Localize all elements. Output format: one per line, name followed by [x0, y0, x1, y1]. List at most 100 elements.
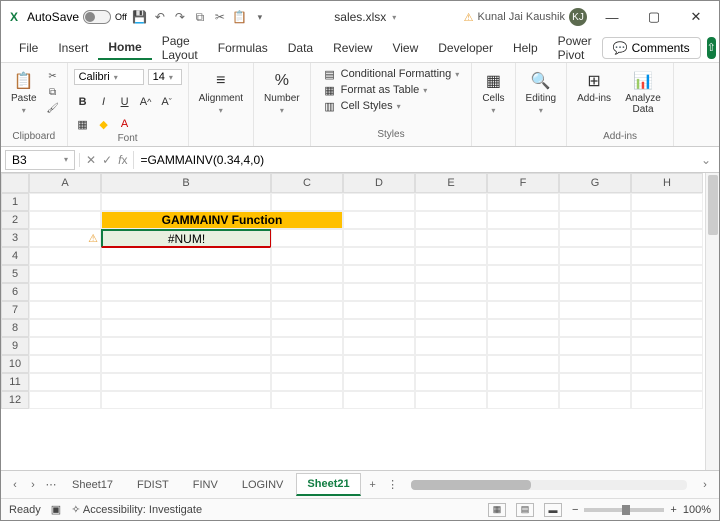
font-color-button[interactable]: A: [116, 115, 134, 133]
cell[interactable]: [415, 211, 487, 229]
cell-styles-button[interactable]: ▥Cell Styles ▾: [319, 99, 464, 113]
cell[interactable]: [631, 265, 703, 283]
cell[interactable]: [343, 301, 415, 319]
tab-nav-more[interactable]: ⋯: [43, 477, 59, 493]
cell[interactable]: [487, 301, 559, 319]
font-shrink-button[interactable]: Aˇ: [158, 93, 176, 111]
cell[interactable]: [271, 247, 343, 265]
cell[interactable]: [29, 283, 101, 301]
cell[interactable]: [271, 229, 343, 247]
cell[interactable]: [101, 193, 271, 211]
format-as-table-button[interactable]: ▦Format as Table ▾: [319, 83, 464, 97]
more-icon[interactable]: ▾: [253, 10, 267, 24]
font-size-select[interactable]: 14▾: [148, 69, 182, 85]
row-header[interactable]: 5: [1, 265, 29, 283]
cell[interactable]: [415, 391, 487, 409]
col-header-e[interactable]: E: [415, 173, 487, 193]
row-header[interactable]: 12: [1, 391, 29, 409]
zoom-in-button[interactable]: +: [670, 504, 676, 516]
minimize-button[interactable]: —: [595, 3, 629, 31]
enter-formula-icon[interactable]: ✓: [102, 153, 112, 167]
cell[interactable]: [631, 355, 703, 373]
cell[interactable]: [415, 229, 487, 247]
cell[interactable]: [343, 211, 415, 229]
cell[interactable]: [101, 283, 271, 301]
cell[interactable]: [29, 337, 101, 355]
cell[interactable]: [101, 247, 271, 265]
cell[interactable]: [29, 265, 101, 283]
cell-b3-selected[interactable]: #NUM!: [101, 229, 271, 247]
cell[interactable]: [559, 265, 631, 283]
col-header-f[interactable]: F: [487, 173, 559, 193]
cell[interactable]: [271, 391, 343, 409]
cell[interactable]: [101, 301, 271, 319]
editing-button[interactable]: 🔍Editing▾: [522, 69, 561, 117]
cell[interactable]: [415, 319, 487, 337]
italic-button[interactable]: I: [95, 93, 113, 111]
addins-button[interactable]: ⊞Add-ins: [573, 69, 615, 106]
cell[interactable]: [559, 193, 631, 211]
cells-button[interactable]: ▦Cells▾: [478, 69, 508, 117]
cell[interactable]: [631, 319, 703, 337]
zoom-control[interactable]: − + 100%: [572, 504, 711, 516]
cell[interactable]: [271, 283, 343, 301]
font-grow-button[interactable]: A^: [137, 93, 155, 111]
vertical-scrollbar[interactable]: [705, 173, 719, 470]
zoom-slider[interactable]: [584, 508, 664, 512]
sheet-tab-active[interactable]: Sheet21: [296, 473, 360, 496]
menu-page-layout[interactable]: Page Layout: [152, 30, 208, 66]
cell[interactable]: [559, 283, 631, 301]
cell[interactable]: [487, 373, 559, 391]
alignment-button[interactable]: ≡Alignment▾: [195, 69, 247, 117]
conditional-formatting-button[interactable]: ▤Conditional Formatting ▾: [319, 67, 464, 81]
cell[interactable]: [415, 265, 487, 283]
border-button[interactable]: ▦: [74, 115, 92, 133]
share-button[interactable]: ⇧: [707, 37, 716, 59]
cell[interactable]: [559, 355, 631, 373]
row-header[interactable]: 3: [1, 229, 29, 247]
cell[interactable]: [29, 211, 101, 229]
cell[interactable]: [487, 283, 559, 301]
close-button[interactable]: ✕: [679, 3, 713, 31]
copy-button[interactable]: ⧉: [45, 85, 61, 99]
maximize-button[interactable]: ▢: [637, 3, 671, 31]
cell[interactable]: [101, 373, 271, 391]
cancel-formula-icon[interactable]: ✕: [86, 153, 96, 167]
cell[interactable]: [631, 229, 703, 247]
file-name[interactable]: sales.xlsx: [334, 10, 386, 24]
cell[interactable]: [343, 337, 415, 355]
cell[interactable]: [487, 265, 559, 283]
copy-icon[interactable]: ⧉: [193, 10, 207, 24]
col-header-h[interactable]: H: [631, 173, 703, 193]
cell[interactable]: [487, 355, 559, 373]
horizontal-scrollbar[interactable]: [411, 480, 687, 490]
expand-formula-icon[interactable]: ⌄: [693, 153, 719, 167]
cell[interactable]: [487, 193, 559, 211]
fill-color-button[interactable]: ◆: [95, 115, 113, 133]
cell[interactable]: [29, 391, 101, 409]
save-icon[interactable]: 💾: [133, 10, 147, 24]
cell[interactable]: [487, 247, 559, 265]
sheet-tab[interactable]: Sheet17: [61, 474, 124, 496]
cell[interactable]: [631, 391, 703, 409]
zoom-level[interactable]: 100%: [683, 504, 711, 516]
menu-home[interactable]: Home: [98, 36, 151, 60]
select-all-corner[interactable]: [1, 173, 29, 193]
menu-view[interactable]: View: [382, 37, 428, 59]
row-header[interactable]: 6: [1, 283, 29, 301]
col-header-c[interactable]: C: [271, 173, 343, 193]
toggle-switch[interactable]: [83, 10, 111, 24]
cell[interactable]: [559, 211, 631, 229]
view-normal-button[interactable]: ▦: [488, 503, 506, 517]
cell[interactable]: [631, 193, 703, 211]
cell[interactable]: [487, 391, 559, 409]
cell[interactable]: [415, 283, 487, 301]
paste-icon-qa[interactable]: 📋: [233, 10, 247, 24]
menu-insert[interactable]: Insert: [48, 37, 98, 59]
cell[interactable]: [559, 247, 631, 265]
cell[interactable]: [271, 337, 343, 355]
tab-nav-next[interactable]: ›: [25, 477, 41, 493]
cell[interactable]: [343, 247, 415, 265]
cut-icon[interactable]: ✂: [213, 10, 227, 24]
user-badge[interactable]: ⚠ Kunal Jai Kaushik KJ: [464, 8, 587, 26]
